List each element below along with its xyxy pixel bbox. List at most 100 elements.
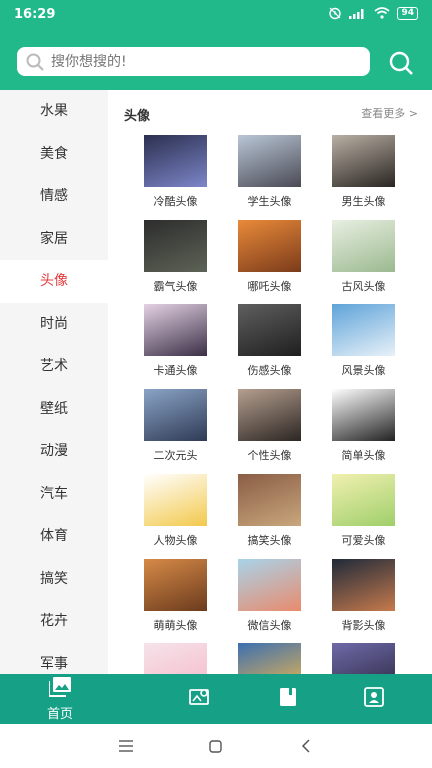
avatar-category-label: 人物头像 [153, 533, 198, 547]
sidebar-item[interactable]: 壁纸 [0, 388, 108, 431]
search-bar[interactable] [17, 47, 370, 76]
avatar-category-card[interactable]: 卡通头像 [144, 304, 208, 378]
wifi-icon [374, 7, 390, 19]
avatar-category-label: 哪吒头像 [247, 279, 292, 293]
tab-label: 首页 [46, 706, 73, 722]
avatar-category-label: 风景头像 [341, 364, 386, 378]
avatar-thumbnail[interactable] [238, 558, 301, 611]
avatar-thumbnail[interactable] [238, 135, 301, 187]
avatar-category-card[interactable]: 人物头像 [144, 473, 208, 548]
avatar-thumbnail[interactable] [144, 643, 207, 674]
menu-icon[interactable] [119, 740, 133, 752]
search-icon [26, 53, 44, 71]
avatar-thumbnail[interactable] [332, 219, 395, 272]
avatar-category-label: 卡通头像 [153, 364, 198, 378]
status-bar: 16:29 94 [0, 0, 432, 30]
avatar-thumbnail[interactable] [332, 135, 395, 187]
content-panel: 头像 查看更多 > 冷酷头像 学生头像 男生头像霸气头像 哪吒头像 古风头像卡通头像 伤感… [108, 90, 432, 674]
avatar-category-card[interactable]: 风景头像 [332, 304, 396, 378]
avatar-category-label: 微信头像 [247, 618, 292, 632]
avatar-category-label: 搞笑头像 [247, 533, 292, 547]
tab-3[interactable] [342, 674, 406, 724]
system-nav-bar [0, 724, 432, 768]
avatar-category-card[interactable]: 个性头像 [238, 389, 302, 463]
sidebar-item[interactable]: 时尚 [0, 303, 108, 346]
avatar-category-label: 学生头像 [247, 195, 292, 208]
image-search-icon [189, 687, 211, 711]
avatar-category-card[interactable] [238, 643, 302, 674]
category-sidebar: 水果 美食 情感 家居 头像 时尚 艺术 壁纸 动漫 汽车 体育 搞笑 花卉 军事 [0, 90, 108, 674]
book-icon [278, 687, 298, 711]
status-time: 16:29 [14, 7, 56, 22]
sidebar-item[interactable]: 军事 [0, 643, 108, 675]
avatar-thumbnail[interactable] [144, 304, 207, 357]
tab-1[interactable] [168, 674, 232, 724]
avatar-thumbnail[interactable] [144, 558, 207, 611]
avatar-category-card[interactable]: 冷酷头像 [144, 135, 208, 209]
avatar-category-label: 简单头像 [341, 449, 386, 463]
sidebar-item[interactable]: 美食 [0, 133, 108, 176]
sidebar-item[interactable]: 搞笑 [0, 558, 108, 601]
avatar-category-card[interactable]: 二次元头 [144, 389, 208, 463]
avatar-category-card[interactable]: 男生头像 [332, 135, 396, 209]
avatar-category-card[interactable] [144, 643, 208, 674]
profile-card-icon [364, 687, 384, 711]
avatar-thumbnail[interactable] [238, 389, 301, 442]
avatar-thumbnail[interactable] [144, 389, 207, 442]
sidebar-item[interactable]: 体育 [0, 515, 108, 558]
avatar-category-card[interactable]: 萌萌头像 [144, 558, 208, 633]
avatar-category-label: 可爱头像 [341, 533, 386, 547]
section-title: 头像 [124, 109, 151, 124]
avatar-category-card[interactable]: 霸气头像 [144, 219, 208, 294]
sidebar-item[interactable]: 水果 [0, 90, 108, 133]
avatar-category-card[interactable]: 古风头像 [332, 219, 396, 294]
search-button[interactable] [386, 48, 416, 78]
avatar-category-card[interactable]: 伤感头像 [238, 304, 302, 378]
avatar-thumbnail[interactable] [332, 643, 395, 674]
avatar-category-card[interactable]: 哪吒头像 [238, 219, 302, 294]
see-more-link[interactable]: 查看更多 > [361, 105, 418, 121]
avatar-thumbnail[interactable] [332, 304, 395, 357]
avatar-category-card[interactable]: 学生头像 [238, 135, 302, 209]
battery-icon: 94 [397, 6, 418, 20]
avatar-thumbnail[interactable] [332, 558, 395, 611]
header: 16:29 94 [0, 0, 432, 90]
avatar-category-label: 个性头像 [247, 449, 292, 463]
back-icon[interactable] [301, 739, 311, 753]
avatar-category-label: 冷酷头像 [153, 195, 198, 208]
avatar-category-card[interactable]: 微信头像 [238, 558, 302, 633]
avatar-category-card[interactable]: 背影头像 [332, 558, 396, 633]
sidebar-item[interactable]: 动漫 [0, 430, 108, 473]
home-icon[interactable] [209, 740, 222, 753]
sidebar-item[interactable]: 头像 [0, 260, 108, 303]
tab-2[interactable] [256, 674, 320, 724]
avatar-category-card[interactable] [332, 643, 396, 674]
avatar-category-card[interactable]: 简单头像 [332, 389, 396, 463]
avatar-category-label: 二次元头 [153, 449, 198, 463]
avatar-category-label: 萌萌头像 [153, 618, 198, 632]
search-input[interactable] [49, 52, 353, 71]
avatar-thumbnail[interactable] [144, 219, 207, 272]
avatar-thumbnail[interactable] [238, 473, 301, 526]
avatar-thumbnail[interactable] [332, 389, 395, 442]
avatar-thumbnail[interactable] [238, 643, 301, 674]
signal-icon [349, 9, 364, 19]
gallery-icon [48, 676, 71, 701]
avatar-thumbnail[interactable] [332, 473, 395, 526]
avatar-category-label: 背影头像 [341, 618, 386, 632]
sidebar-item[interactable]: 情感 [0, 175, 108, 218]
avatar-category-label: 伤感头像 [247, 364, 292, 378]
avatar-category-card[interactable]: 可爱头像 [332, 473, 396, 548]
avatar-category-label: 男生头像 [341, 195, 386, 208]
avatar-thumbnail[interactable] [238, 219, 301, 272]
avatar-thumbnail[interactable] [144, 135, 207, 187]
avatar-thumbnail[interactable] [144, 473, 207, 526]
sidebar-item[interactable]: 花卉 [0, 600, 108, 643]
avatar-thumbnail[interactable] [238, 304, 301, 357]
sidebar-item[interactable]: 家居 [0, 218, 108, 261]
sidebar-item[interactable]: 艺术 [0, 345, 108, 388]
tab-0[interactable]: 首页 [28, 674, 92, 724]
avatar-category-card[interactable]: 搞笑头像 [238, 473, 302, 548]
avatar-category-label: 霸气头像 [153, 279, 198, 293]
sidebar-item[interactable]: 汽车 [0, 473, 108, 516]
